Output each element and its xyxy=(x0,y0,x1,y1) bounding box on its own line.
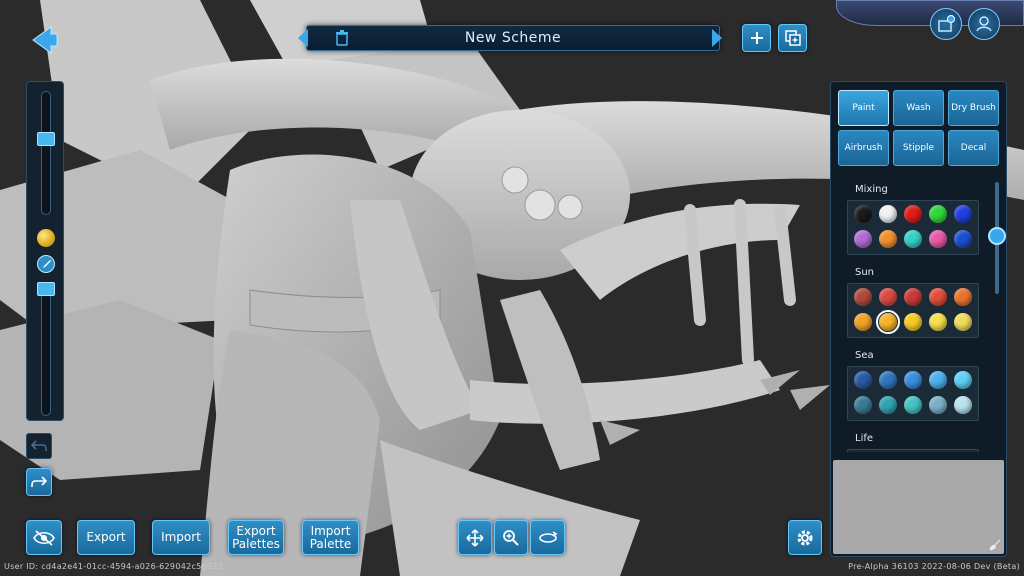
share-button[interactable] xyxy=(968,8,1000,40)
duplicate-scheme-button[interactable] xyxy=(778,24,807,52)
brush-size-slider[interactable] xyxy=(41,91,51,215)
mode-airbrush-button[interactable]: Airbrush xyxy=(838,130,889,166)
rotate-icon xyxy=(538,530,557,543)
color-swatch[interactable] xyxy=(876,310,900,334)
color-ball-icon[interactable] xyxy=(37,229,55,247)
palette-group-label: Mixing xyxy=(855,184,888,195)
palette-list[interactable]: Mixing Sun Sea Life xyxy=(831,174,1008,452)
scheme-title[interactable]: New Scheme xyxy=(307,30,719,46)
undo-icon xyxy=(31,440,47,451)
color-swatch[interactable] xyxy=(929,288,947,306)
palette-panel: Paint Wash Dry Brush Airbrush Stipple De… xyxy=(830,81,1007,557)
color-swatch[interactable] xyxy=(854,230,872,248)
color-swatch[interactable] xyxy=(904,396,922,414)
build-version-label: Pre-Alpha 36103 2022-08-06 Dev (Beta) xyxy=(848,562,1020,571)
mode-decal-button[interactable]: Decal xyxy=(948,130,999,166)
palette-group-label: Sun xyxy=(855,267,875,278)
color-swatch[interactable] xyxy=(954,288,972,306)
color-swatch[interactable] xyxy=(954,313,972,331)
mode-paint-button[interactable]: Paint xyxy=(838,90,889,126)
export-palettes-button[interactable]: Export Palettes xyxy=(228,520,284,555)
gear-icon xyxy=(797,530,813,545)
mode-wash-button[interactable]: Wash xyxy=(893,90,944,126)
color-swatch[interactable] xyxy=(929,230,947,248)
box-alert-icon xyxy=(938,15,955,32)
color-swatch[interactable] xyxy=(854,313,872,331)
color-swatch[interactable] xyxy=(954,230,972,248)
redo-icon xyxy=(31,476,47,487)
import-button[interactable]: Import xyxy=(152,520,210,555)
undo-button[interactable] xyxy=(26,433,52,459)
toggle-visibility-button[interactable] xyxy=(26,520,62,555)
scheme-bar: New Scheme xyxy=(298,25,722,51)
import-palette-button[interactable]: Import Palette xyxy=(302,520,359,555)
color-swatch[interactable] xyxy=(879,396,897,414)
color-swatch[interactable] xyxy=(879,288,897,306)
color-swatch[interactable] xyxy=(904,230,922,248)
color-swatch[interactable] xyxy=(904,205,922,223)
color-swatch[interactable] xyxy=(879,205,897,223)
redo-button[interactable] xyxy=(26,468,52,496)
color-swatch[interactable] xyxy=(954,371,972,389)
eye-slash-icon xyxy=(33,529,55,546)
back-arrow-icon xyxy=(32,26,58,54)
mode-dry-brush-button[interactable]: Dry Brush xyxy=(948,90,999,126)
zoom-tool-button[interactable] xyxy=(494,520,528,555)
rotate-tool-button[interactable] xyxy=(530,520,565,555)
move-icon xyxy=(466,528,484,547)
palette-group-label: Sea xyxy=(855,350,874,361)
color-swatch[interactable] xyxy=(929,371,947,389)
color-swatch[interactable] xyxy=(854,205,872,223)
swatch-grid xyxy=(847,283,979,338)
brush-opacity-slider[interactable] xyxy=(41,282,51,416)
color-swatch[interactable] xyxy=(954,396,972,414)
color-preview xyxy=(833,460,1004,554)
brush-opacity-thumb[interactable] xyxy=(37,282,55,296)
color-swatch[interactable] xyxy=(879,230,897,248)
broom-icon[interactable] xyxy=(989,539,1001,551)
brush-icon xyxy=(43,260,51,268)
color-swatch[interactable] xyxy=(929,313,947,331)
move-tool-button[interactable] xyxy=(458,520,492,555)
add-scheme-button[interactable] xyxy=(742,24,771,52)
color-swatch[interactable] xyxy=(904,371,922,389)
export-button[interactable]: Export xyxy=(77,520,135,555)
notifications-button[interactable] xyxy=(930,8,962,40)
brush-settings-panel xyxy=(26,81,64,421)
color-swatch[interactable] xyxy=(929,205,947,223)
brush-size-thumb[interactable] xyxy=(37,132,55,146)
swatch-grid xyxy=(847,200,979,255)
swatch-grid xyxy=(847,449,979,452)
color-swatch[interactable] xyxy=(879,371,897,389)
mode-stipple-button[interactable]: Stipple xyxy=(893,130,944,166)
palette-group-label: Life xyxy=(855,433,874,444)
swatch-grid xyxy=(847,366,979,421)
share-icon xyxy=(976,16,992,32)
next-scheme-button[interactable] xyxy=(710,28,724,48)
color-swatch[interactable] xyxy=(854,396,872,414)
chevron-right-icon xyxy=(712,29,722,47)
user-id-label: User ID: cd4a2e41-01cc-4594-a026-629042c… xyxy=(4,562,224,571)
color-swatch[interactable] xyxy=(854,371,872,389)
brush-mode-button[interactable] xyxy=(37,255,55,273)
color-swatch[interactable] xyxy=(854,288,872,306)
color-swatch[interactable] xyxy=(954,205,972,223)
color-swatch[interactable] xyxy=(904,288,922,306)
palette-scroll-thumb[interactable] xyxy=(988,227,1006,245)
color-swatch[interactable] xyxy=(904,313,922,331)
settings-button[interactable] xyxy=(788,520,822,555)
back-button[interactable] xyxy=(29,25,61,55)
plus-icon xyxy=(750,32,763,44)
color-swatch[interactable] xyxy=(929,396,947,414)
duplicate-icon xyxy=(784,30,801,46)
zoom-icon xyxy=(503,529,519,546)
